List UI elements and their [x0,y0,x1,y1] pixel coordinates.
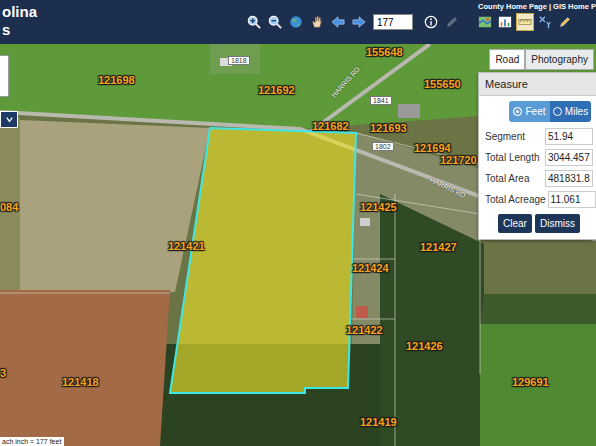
map-canvas[interactable]: 1556481818121698121692155650HARRIS RD184… [0,44,596,446]
measure-row: Total Length 3044.457 [485,149,593,166]
back-button[interactable] [329,13,347,31]
parcel-label: 121419 [360,416,397,428]
site-title: olina s [0,0,245,44]
info-button[interactable] [422,13,440,31]
measure-row: Total Area 481831.8 [485,170,593,187]
parcel-label: 121693 [370,122,407,134]
measure-row: Segment 51.94 [485,128,593,145]
pan-button[interactable] [308,13,326,31]
zoom-out-button[interactable] [266,13,284,31]
parcel-label: 155650 [424,78,461,90]
panel-toggle-button[interactable] [0,111,18,128]
header-links[interactable]: County Home Page | GIS Home P [478,2,596,11]
globe-icon [289,15,303,29]
info-icon [424,15,438,29]
gis-viewer: olina s County Home Page | GIS Home P 15… [0,0,596,446]
measure-row: Total Acreage 11.061 [485,191,593,208]
parcel-label: 155648 [366,46,403,58]
chevron-down-icon [5,115,14,124]
unit-option[interactable]: Feet [509,101,550,122]
parcel-label: 121426 [406,340,443,352]
header-bar: olina s County Home Page | GIS Home P [0,0,596,44]
measure-value: 51.94 [545,128,593,145]
measure-title: Measure [479,73,596,96]
ruler-button[interactable] [516,13,534,31]
parcel-label: 121682 [312,120,349,132]
parcel-label: 121720 [440,154,477,166]
parcel-label: 121422 [346,324,383,336]
parcel-label: 121692 [258,84,295,96]
xy-button[interactable] [536,13,554,31]
ruler-icon [518,15,532,29]
map-type-button[interactable]: Photography [525,49,594,70]
unit-toggle: FeetMiles [509,101,591,122]
address-label: 1841 [370,96,392,105]
address-label: 1818 [228,56,250,65]
map-button[interactable] [476,13,494,31]
parcel-label: 084 [0,201,18,213]
side-panel-edge [0,55,9,97]
radio-icon [513,107,522,116]
unit-option[interactable]: Miles [550,101,591,122]
scale-text: ach inch = 177 feet [0,437,64,446]
forward-button[interactable] [350,13,368,31]
address-label: 1802 [372,142,394,151]
parcel-label: 121424 [352,262,389,274]
globe-button[interactable] [287,13,305,31]
scale-input[interactable] [373,14,413,30]
parcel-label: 121427 [420,241,457,253]
toolbar [245,13,461,31]
chart-button[interactable] [496,13,514,31]
measure-value: 3044.457 [545,149,593,166]
parcel-label: 129691 [512,376,549,388]
forward-icon [352,15,366,29]
measure-button[interactable]: Dismiss [535,214,580,233]
parcel-label: 121425 [360,201,397,213]
edit-icon [445,15,459,29]
parcel-label: 121694 [414,142,451,154]
edit-button[interactable] [443,13,461,31]
zoom-in-button[interactable] [245,13,263,31]
chart-icon [498,15,512,29]
parcel-label: 121421 [168,240,205,252]
zoom-out-icon [268,15,282,29]
parcel-label: 3 [0,367,6,379]
xy-icon [538,15,552,29]
measure-button[interactable]: Clear [498,214,532,233]
map-type-switch: RoadPhotography [489,49,594,70]
measure-value: 481831.8 [545,170,593,187]
zoom-in-icon [247,15,261,29]
parcel-label: 121418 [62,376,99,388]
draw-button[interactable] [556,13,574,31]
pan-icon [310,15,324,29]
parcel-label: 121698 [98,74,135,86]
measure-value: 11.061 [548,191,596,208]
back-icon [331,15,345,29]
radio-icon [553,107,562,116]
selected-parcel[interactable] [170,128,356,393]
map-type-button[interactable]: Road [489,49,525,70]
measure-panel: Measure FeetMiles Segment 51.94 Total Len… [478,72,596,240]
map-icon [478,15,492,29]
toolbar-right [476,13,574,31]
draw-icon [558,15,572,29]
